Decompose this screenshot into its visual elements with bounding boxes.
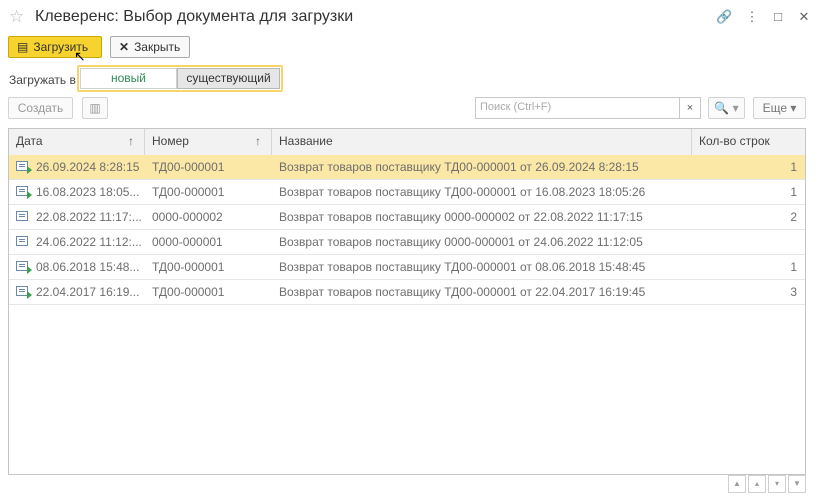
cell-date: 22.04.2017 16:19... <box>36 285 140 299</box>
document-icon <box>16 161 32 174</box>
load-button[interactable]: ▤ Загрузить <box>8 36 102 58</box>
cell-name: Возврат товаров поставщику 0000-000002 о… <box>279 210 643 224</box>
cell-name: Возврат товаров поставщику ТД00-000001 о… <box>279 260 646 274</box>
cell-number: ТД00-000001 <box>152 285 225 299</box>
cell-name: Возврат товаров поставщику ТД00-000001 о… <box>279 285 646 299</box>
cell-row-count: 2 <box>790 210 797 224</box>
document-icon <box>16 236 28 246</box>
cell-number: 0000-000002 <box>152 210 223 224</box>
link-icon[interactable]: 🔗 <box>716 9 732 25</box>
load-into-label: Загружать в: <box>9 73 80 87</box>
first-page-icon[interactable]: ▲ <box>728 475 746 493</box>
cell-row-count <box>699 230 797 254</box>
maximize-icon[interactable]: □ <box>770 9 786 24</box>
more-vertical-icon[interactable]: ⋮ <box>744 9 760 25</box>
option-existing[interactable]: существующий <box>177 68 280 89</box>
cell-date: 24.06.2022 11:12:... <box>36 235 142 249</box>
cell-date: 08.06.2018 15:48... <box>36 260 140 274</box>
cell-date: 16.08.2023 18:05... <box>36 185 140 199</box>
cell-row-count: 3 <box>790 285 797 299</box>
next-page-icon[interactable]: ▾ <box>768 475 786 493</box>
prev-page-icon[interactable]: ▴ <box>748 475 766 493</box>
cell-row-count: 1 <box>790 185 797 199</box>
title-bar: ☆ Клеверенс: Выбор документа для загрузк… <box>0 0 819 34</box>
cell-name: Возврат товаров поставщику ТД00-000001 о… <box>279 160 639 174</box>
close-icon[interactable]: ✕ <box>796 9 812 25</box>
documents-table: Дата ↑ Номер ↑ Название Кол-во строк 26.09… <box>8 128 806 475</box>
close-button[interactable]: ✕ Закрыть <box>110 36 190 58</box>
option-new[interactable]: новый <box>80 68 177 89</box>
cell-name: Возврат товаров поставщику ТД00-000001 о… <box>279 185 646 199</box>
table-row[interactable]: 26.09.2024 8:28:15 ТД00-000001 Возврат тов… <box>9 155 805 180</box>
cell-number: ТД00-000001 <box>152 260 225 274</box>
sort-asc-icon: ↑ <box>128 134 134 148</box>
table-row[interactable]: 16.08.2023 18:05... ТД00-000001 Возврат то… <box>9 180 805 205</box>
load-into-switch: новый существующий <box>77 65 283 92</box>
cell-date: 22.08.2022 11:17:... <box>36 210 142 224</box>
column-number[interactable]: Номер ↑ <box>145 129 272 155</box>
cell-number: ТД00-000001 <box>152 185 225 199</box>
column-date[interactable]: Дата ↑ <box>9 129 145 155</box>
copy-icon[interactable]: ▥ <box>82 97 108 119</box>
pager: ▲ ▴ ▾ ▼ <box>726 475 806 493</box>
window-title: Клеверенс: Выбор документа для загрузки <box>35 8 354 25</box>
table-row[interactable]: 08.06.2018 15:48... ТД00-000001 Возврат то… <box>9 255 805 280</box>
document-icon <box>16 286 32 299</box>
cell-date: 26.09.2024 8:28:15 <box>36 160 140 174</box>
clear-search-icon[interactable]: × <box>679 98 700 118</box>
sort-asc-icon: ↑ <box>255 134 261 148</box>
more-button[interactable]: Еще ▾ <box>753 97 806 119</box>
column-row-count[interactable]: Кол-во строк <box>692 129 805 155</box>
table-row[interactable]: 22.08.2022 11:17:... 0000-000002 Возврат т… <box>9 205 805 230</box>
favorite-star-icon[interactable]: ☆ <box>9 7 24 27</box>
cell-name: Возврат товаров поставщику 0000-000001 о… <box>279 235 643 249</box>
table-row[interactable]: 22.04.2017 16:19... ТД00-000001 Возврат то… <box>9 280 805 305</box>
table-row[interactable]: 24.06.2022 11:12:... 0000-000001 Возврат т… <box>9 230 805 255</box>
last-page-icon[interactable]: ▼ <box>788 475 806 493</box>
table-header: Дата ↑ Номер ↑ Название Кол-во строк <box>9 129 805 156</box>
column-name[interactable]: Название <box>272 129 692 155</box>
document-icon <box>16 186 32 199</box>
cell-number: 0000-000001 <box>152 235 223 249</box>
document-icon <box>16 261 32 274</box>
cell-row-count: 1 <box>790 260 797 274</box>
load-icon: ▤ <box>17 40 29 54</box>
mouse-cursor-icon: ↖ <box>74 48 86 64</box>
cell-number: ТД00-000001 <box>152 160 225 174</box>
document-icon <box>16 211 28 221</box>
create-button[interactable]: Создать <box>8 97 73 119</box>
search-input[interactable]: Поиск (Ctrl+F) × <box>475 97 701 119</box>
search-options-button[interactable]: 🔍 ▾ <box>708 97 745 119</box>
close-x-icon: ✕ <box>119 40 130 54</box>
search-placeholder: Поиск (Ctrl+F) <box>480 101 552 113</box>
cell-row-count: 1 <box>790 160 797 174</box>
